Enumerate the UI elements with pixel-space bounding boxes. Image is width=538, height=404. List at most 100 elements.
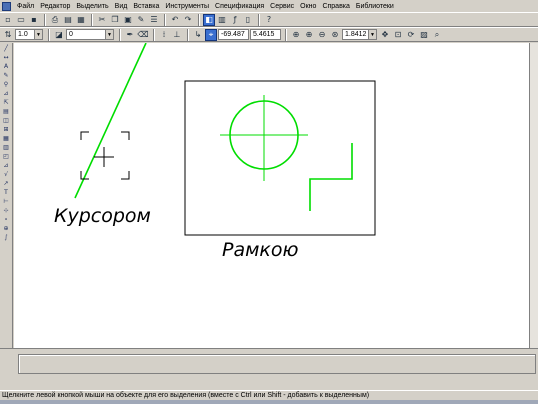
command-field[interactable] — [18, 354, 536, 374]
hatch-icon[interactable]: ▦ — [1, 135, 11, 143]
spec-icon[interactable]: ▤ — [1, 108, 11, 116]
manager-icon[interactable]: ◧ — [203, 13, 215, 26]
select-icon[interactable]: ⇱ — [1, 99, 11, 107]
preview-icon[interactable]: ▦ — [75, 14, 87, 26]
parametrization-icon[interactable]: ⚲ — [1, 81, 11, 89]
zoom-out-icon[interactable]: ⊖ — [316, 29, 328, 41]
toolbar-separator — [48, 28, 50, 41]
chevron-down-icon[interactable]: ▼ — [105, 30, 113, 39]
menu-tools[interactable]: Инструменты — [162, 1, 212, 12]
menu-insert[interactable]: Вставка — [130, 1, 162, 12]
image-icon[interactable]: ▨ — [418, 29, 430, 41]
drawing-svg[interactable]: Курсором Рамкою — [14, 43, 529, 348]
format-painter-icon[interactable]: ✎ — [135, 14, 147, 26]
cursor-icon[interactable]: ⊹ — [1, 207, 11, 215]
cut-icon[interactable]: ✂ — [96, 14, 108, 26]
toolbar-separator — [258, 13, 260, 26]
line-width-value: 1.0 — [18, 31, 28, 38]
coord-y-field[interactable] — [250, 29, 281, 40]
menu-help[interactable]: Справка — [319, 1, 352, 12]
menu-view[interactable]: Вид — [112, 1, 131, 12]
drawing-canvas[interactable]: Курсором Рамкою — [14, 43, 529, 348]
grid-icon[interactable]: ⁞ — [158, 29, 170, 41]
layers-icon[interactable]: ◫ — [1, 117, 11, 125]
open-icon[interactable]: ▭ — [15, 14, 27, 26]
property-panel — [0, 348, 538, 390]
cursor-coords-icon[interactable]: ⌖ — [205, 28, 217, 41]
menu-window[interactable]: Окно — [297, 1, 319, 12]
paste-icon[interactable]: ▣ — [122, 14, 134, 26]
chevron-down-icon[interactable]: ▼ — [368, 30, 376, 39]
geometry-icon[interactable]: ╱ — [1, 45, 11, 53]
line-width-select[interactable]: 1.0 ▼ — [15, 29, 43, 40]
table-icon[interactable]: ▥ — [1, 144, 11, 152]
menu-file[interactable]: Файл — [14, 1, 37, 12]
menu-service[interactable]: Сервис — [267, 1, 297, 12]
toolbar-separator — [187, 28, 189, 41]
caption-frame: Рамкою — [222, 239, 299, 261]
print-icon[interactable]: ⎙ — [49, 14, 61, 26]
pan-icon[interactable]: ✥ — [379, 29, 391, 41]
curve-icon[interactable]: ∫ — [1, 234, 11, 242]
menu-edit[interactable]: Редактор — [37, 1, 73, 12]
local-cs-icon[interactable]: ↳ — [192, 29, 204, 41]
leader-icon[interactable]: ↗ — [1, 180, 11, 188]
toolbar-separator — [164, 13, 166, 26]
snap-icon[interactable]: ⊕ — [1, 225, 11, 233]
coord-x-field[interactable] — [218, 29, 249, 40]
menu-select[interactable]: Выделить — [73, 1, 111, 12]
ruler-icon[interactable]: ▯ — [242, 14, 254, 26]
section-icon[interactable]: ⊢ — [1, 198, 11, 206]
macro-icon[interactable]: ⊞ — [1, 126, 11, 134]
symbols-icon[interactable]: A — [1, 63, 11, 71]
dimensions-icon[interactable]: ↔ — [1, 54, 11, 62]
polyline[interactable] — [309, 143, 353, 211]
refresh-icon[interactable]: ⟳ — [405, 29, 417, 41]
measure-icon[interactable]: ⊿ — [1, 90, 11, 98]
edit-icon[interactable]: ✎ — [1, 72, 11, 80]
menu-libraries[interactable]: Библиотеки — [353, 1, 397, 12]
undo-icon[interactable]: ↶ — [169, 14, 181, 26]
cursor-selection-frame — [80, 131, 130, 180]
app-icon[interactable] — [2, 1, 11, 11]
zoom-select[interactable]: 1.8412 ▼ — [342, 29, 377, 40]
layer-icon[interactable]: ◪ — [53, 29, 65, 41]
toolbar-separator — [153, 28, 155, 41]
toolbar-separator — [198, 13, 200, 26]
help-cursor-icon[interactable]: ? — [263, 14, 275, 26]
variables-icon[interactable]: ƒ — [229, 14, 241, 26]
layer-select[interactable]: 0 ▼ — [66, 29, 114, 40]
point-icon[interactable]: ∘ — [1, 216, 11, 224]
current-state-toolbar: ⇅ 1.0 ▼ ◪ 0 ▼ ✒ ⌫ ⁞ ⊥ ↳ ⌖ ⊕ ⊕ ⊖ ⊛ 1.8412… — [0, 27, 538, 42]
properties-icon[interactable]: ☰ — [148, 14, 160, 26]
caption-cursor: Курсором — [54, 205, 151, 227]
redo-icon[interactable]: ↷ — [182, 14, 194, 26]
status-hint: Щелкните левой кнопкой мыши на объекте д… — [2, 392, 370, 399]
menu-specification[interactable]: Спецификация — [212, 1, 267, 12]
status-bar: Щелкните левой кнопкой мыши на объекте д… — [0, 390, 538, 400]
ortho-icon[interactable]: ⊥ — [171, 29, 183, 41]
zoom-window-icon[interactable]: ⊕ — [290, 29, 302, 41]
magnifier-icon[interactable]: ⌕ — [431, 29, 443, 41]
library-icon[interactable]: ▥ — [216, 14, 228, 26]
toolbar-separator — [285, 28, 287, 41]
copy-icon[interactable]: ❐ — [109, 14, 121, 26]
eraser-icon[interactable]: ⌫ — [137, 29, 149, 41]
new-document-icon[interactable]: ▫ — [2, 14, 14, 26]
color-icon[interactable]: ✒ — [124, 29, 136, 41]
print-preview-icon[interactable]: ▤ — [62, 14, 74, 26]
view-icon[interactable]: ◰ — [1, 153, 11, 161]
text-icon[interactable]: T — [1, 189, 11, 197]
zoom-fit-icon[interactable]: ⊡ — [392, 29, 404, 41]
zoom-dynamic-icon[interactable]: ⊛ — [329, 29, 341, 41]
layer-value: 0 — [69, 31, 73, 38]
diagonal-line[interactable] — [74, 43, 147, 199]
roughness-icon[interactable]: √ — [1, 171, 11, 179]
zoom-in-icon[interactable]: ⊕ — [303, 29, 315, 41]
save-icon[interactable]: ▪ — [28, 14, 40, 26]
tolerance-icon[interactable]: ⊿ — [1, 162, 11, 170]
compact-toolbar: ╱ ↔ A ✎ ⚲ ⊿ ⇱ ▤ ◫ ⊞ ▦ ▥ ◰ ⊿ √ ↗ T ⊢ ⊹ ∘ … — [0, 43, 13, 348]
chevron-down-icon[interactable]: ▼ — [34, 30, 42, 39]
vertical-scrollbar[interactable] — [529, 43, 538, 348]
line-style-icon: ⇅ — [4, 29, 12, 39]
